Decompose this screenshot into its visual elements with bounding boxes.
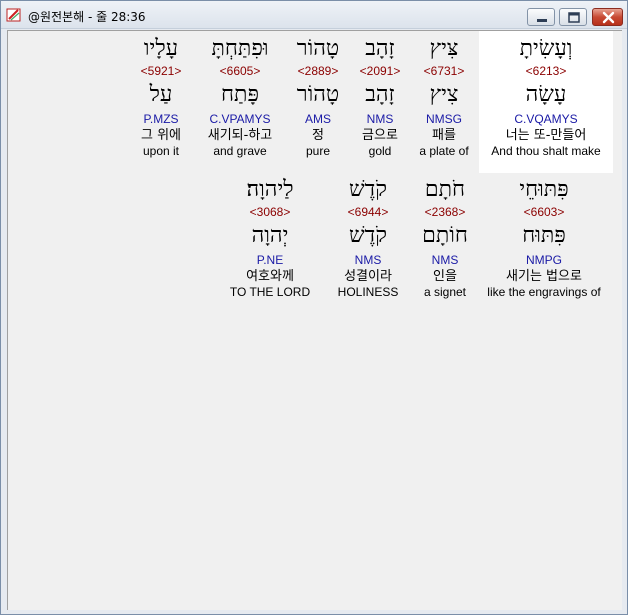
word-column[interactable]: זָהָב <2091> זָהָב NMS 금으로 gold — [350, 34, 410, 159]
title-bar[interactable]: @원전본해 - 줄 28:36 — [1, 1, 627, 29]
korean-gloss: 정 — [312, 128, 324, 143]
english-gloss: like the engravings of — [487, 285, 601, 299]
minimize-button[interactable] — [527, 8, 555, 26]
english-gloss: upon it — [142, 144, 180, 158]
strong-number[interactable]: <2368> — [410, 205, 480, 219]
morphology-code[interactable]: AMS — [288, 112, 348, 127]
hebrew-word: צִּיץ — [429, 36, 459, 61]
hebrew-word: פִּתּוּחֵי — [519, 177, 569, 202]
hebrew-word: קֹדֶשׁ — [349, 177, 387, 202]
morphology-code[interactable]: NMS — [410, 253, 480, 268]
english-gloss: gold — [368, 144, 392, 158]
strong-number[interactable]: <6944> — [326, 205, 410, 219]
maximize-icon — [568, 12, 580, 23]
hebrew-word: עָלָיו — [143, 36, 179, 61]
word-column[interactable]: קֹדֶשׁ <6944> קֹדֶשׁ NMS 성결이라 HOLINESS — [326, 175, 410, 300]
korean-gloss: 패를 — [432, 128, 456, 143]
lemma-word: טָהוֹר — [296, 82, 340, 107]
strong-number[interactable]: <6213> — [480, 64, 612, 78]
strong-number[interactable]: <6605> — [198, 64, 282, 78]
morphology-code[interactable]: NMPG — [478, 253, 610, 268]
english-gloss: And thou shalt make — [491, 144, 601, 158]
korean-gloss: 새기되-하고 — [207, 128, 273, 143]
lemma-word: פִּתּוּח — [522, 223, 566, 248]
morphology-code[interactable]: NMSG — [412, 112, 476, 127]
korean-gloss: 인을 — [433, 269, 457, 284]
window-title: @원전본해 - 줄 28:36 — [28, 10, 146, 24]
english-gloss: a signet — [423, 285, 467, 299]
english-gloss: pure — [305, 144, 331, 158]
word-column[interactable]: וּפִתַּחְתָּ <6605> פָּתַח C.VPAMYS 새기되-… — [198, 34, 282, 159]
english-gloss: and grave — [213, 144, 267, 158]
lemma-word: עַל — [149, 82, 173, 107]
strong-number[interactable]: <6603> — [478, 205, 610, 219]
lemma-word: פָּתַח — [221, 82, 259, 107]
korean-gloss: 성결이라 — [344, 269, 392, 284]
lemma-word: יְהוָה — [251, 223, 289, 248]
morphology-code[interactable]: P.MZS — [128, 112, 194, 127]
close-button[interactable] — [592, 8, 623, 26]
korean-gloss: 금으로 — [362, 128, 398, 143]
lemma-word: חוֹתָם — [422, 223, 468, 248]
english-gloss: HOLINESS — [337, 285, 399, 299]
korean-gloss: 여호와께 — [246, 269, 294, 284]
korean-gloss: 그 위에 — [140, 128, 181, 143]
english-gloss: TO THE LORD — [229, 285, 311, 299]
word-column[interactable]: צִּיץ <6731> צִיץ NMSG 패를 a plate of — [412, 34, 476, 159]
hebrew-word: זָהָב — [365, 36, 395, 61]
app-window: @원전본해 - 줄 28:36 וְעָשִׂיתָ <6213> עָשָׂה… — [0, 0, 628, 615]
english-gloss: a plate of — [419, 144, 469, 158]
hebrew-word: חֹתָם — [424, 177, 466, 202]
lemma-word: קֹדֶשׁ — [349, 223, 387, 248]
hebrew-word: וּפִתַּחְתָּ — [211, 36, 269, 61]
word-column[interactable]: וְעָשִׂיתָ <6213> עָשָׂה C.VQAMYS 너는 또-만… — [480, 34, 612, 159]
korean-gloss: 너는 또-만들어 — [505, 128, 587, 143]
word-column[interactable]: פִּתּוּחֵי <6603> פִּתּוּח NMPG 새기는 법으로 … — [478, 175, 610, 300]
morphology-code[interactable]: NMS — [350, 112, 410, 127]
lemma-word: צִיץ — [429, 82, 459, 107]
word-column[interactable]: לַיהוָה׃ <3068> יְהוָה P.NE 여호와께 TO THE … — [220, 175, 320, 300]
hebrew-word: טָהוֹר — [296, 36, 340, 61]
hebrew-word: וְעָשִׂיתָ — [519, 36, 573, 61]
bible-app-icon — [6, 8, 21, 22]
strong-number[interactable]: <6731> — [412, 64, 476, 78]
strong-number[interactable]: <3068> — [220, 205, 320, 219]
close-icon — [602, 11, 615, 24]
word-column[interactable]: עָלָיו <5921> עַל P.MZS 그 위에 upon it — [128, 34, 194, 159]
morphology-code[interactable]: C.VPAMYS — [198, 112, 282, 127]
strong-number[interactable]: <2889> — [288, 64, 348, 78]
strong-number[interactable]: <5921> — [128, 64, 194, 78]
maximize-button[interactable] — [559, 8, 587, 26]
strong-number[interactable]: <2091> — [350, 64, 410, 78]
morphology-code[interactable]: C.VQAMYS — [480, 112, 612, 127]
hebrew-word: לַיהוָה׃ — [246, 177, 294, 202]
interlinear-view[interactable]: וְעָשִׂיתָ <6213> עָשָׂה C.VQAMYS 너는 또-만… — [7, 30, 622, 610]
morphology-code[interactable]: NMS — [326, 253, 410, 268]
lemma-word: זָהָב — [365, 82, 395, 107]
lemma-word: עָשָׂה — [525, 82, 567, 107]
minimize-icon — [537, 19, 547, 22]
morphology-code[interactable]: P.NE — [220, 253, 320, 268]
word-column[interactable]: טָהוֹר <2889> טָהוֹר AMS 정 pure — [288, 34, 348, 159]
korean-gloss: 새기는 법으로 — [506, 269, 582, 284]
word-column[interactable]: חֹתָם <2368> חוֹתָם NMS 인을 a signet — [410, 175, 480, 300]
